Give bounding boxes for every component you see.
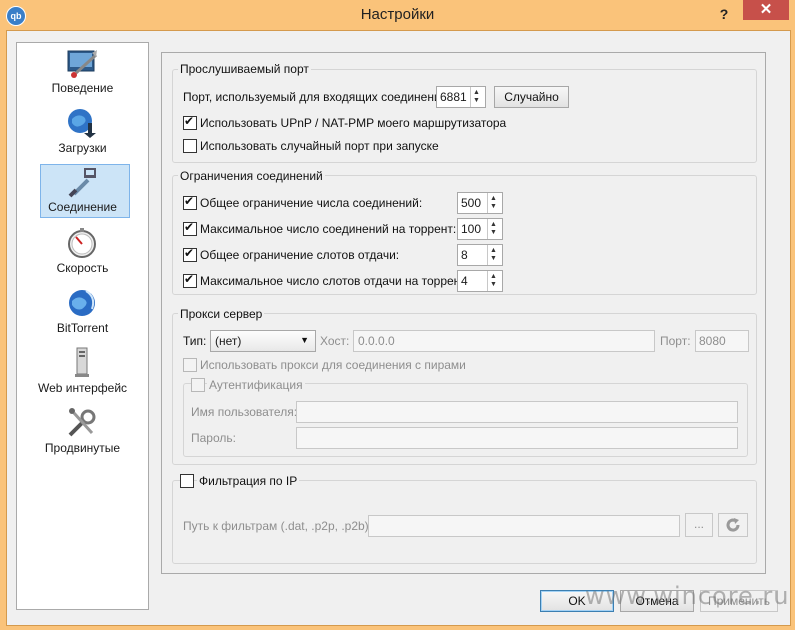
select-value: (нет) (215, 334, 242, 348)
sidebar-item-label: Соединение (48, 200, 117, 214)
per-torrent-connections-label: Максимальное число соединений на торрент… (200, 222, 457, 236)
proxy-host-label: Хост: (320, 334, 350, 348)
bittorrent-icon (69, 290, 95, 316)
per-torrent-connections-checkbox[interactable] (183, 220, 197, 236)
filter-path-label: Путь к фильтрам (.dat, .p2p, .p2b): (183, 519, 372, 533)
sidebar-item-speed[interactable]: Скорость (17, 225, 148, 283)
spin-arrows[interactable]: ▲ ▼ (487, 219, 502, 239)
category-list: Поведение Загрузки Соединение Скорость B… (16, 42, 149, 610)
sidebar-item-label: Web интерфейс (37, 381, 128, 395)
random-on-start-label: Использовать случайный порт при запуске (200, 139, 439, 153)
sidebar-item-web-interface[interactable]: Web интерфейс (17, 345, 148, 403)
random-port-button[interactable]: Случайно (494, 86, 569, 108)
sidebar-item-label: Поведение (51, 81, 114, 95)
proxy-type-select[interactable]: (нет) ▼ (210, 330, 316, 352)
close-button[interactable]: ✕ (743, 0, 789, 20)
sidebar-item-advanced[interactable]: Продвинутые (17, 405, 148, 463)
spin-arrows[interactable]: ▲ ▼ (487, 271, 502, 291)
random-on-start-checkbox[interactable] (183, 139, 197, 153)
per-torrent-connections-spinbox[interactable]: 100 ▲ ▼ (457, 218, 503, 240)
authentication-label: Аутентификация (207, 378, 305, 392)
proxy-type-label: Тип: (183, 334, 207, 348)
sidebar-item-label: Скорость (56, 261, 109, 275)
sidebar-item-label: Продвинутые (44, 441, 121, 455)
proxy-host-input[interactable]: 0.0.0.0 (353, 330, 655, 352)
watermark: www.wincore.ru (585, 582, 790, 610)
field-value: 0.0.0.0 (358, 334, 395, 348)
chevron-down-icon: ▼ (300, 335, 309, 345)
upnp-checkbox[interactable] (183, 114, 197, 130)
password-input[interactable] (296, 427, 738, 449)
global-connections-label: Общее ограничение числа соединений: (200, 196, 423, 210)
global-upload-slots-checkbox[interactable] (183, 246, 197, 262)
behavior-icon (67, 50, 98, 78)
per-torrent-upload-slots-spinbox[interactable]: 4 ▲ ▼ (457, 270, 503, 292)
per-torrent-upload-slots-label: Максимальное число слотов отдачи на торр… (200, 274, 470, 288)
group-title: Ограничения соединений (178, 169, 325, 183)
help-button[interactable]: ? (714, 4, 734, 24)
username-input[interactable] (296, 401, 738, 423)
port-label: Порт, используемый для входящих соединен… (183, 90, 451, 104)
spin-value: 6881 (440, 90, 467, 104)
settings-panel: Прослушиваемый порт Порт, используемый д… (161, 52, 766, 574)
spin-value: 4 (461, 274, 468, 288)
spin-arrows[interactable]: ▲ ▼ (487, 245, 502, 265)
group-title: Прокси сервер (178, 307, 265, 321)
speed-icon (68, 228, 96, 258)
spin-value: 100 (461, 222, 482, 236)
group-title: Прослушиваемый порт (178, 62, 311, 76)
proxy-peers-label: Использовать прокси для соединения с пир… (200, 358, 466, 372)
reload-icon (726, 518, 740, 532)
title-bar: qb Настройки ? ✕ (0, 0, 795, 30)
global-connections-spinbox[interactable]: 500 ▲ ▼ (457, 192, 503, 214)
ip-filter-title: Фильтрация по IP (197, 474, 300, 488)
per-torrent-upload-slots-checkbox[interactable] (183, 272, 197, 288)
proxy-port-label: Порт: (660, 334, 691, 348)
browse-button[interactable]: ... (685, 513, 713, 537)
global-upload-slots-label: Общее ограничение слотов отдачи: (200, 248, 400, 262)
authentication-checkbox[interactable] (191, 378, 205, 392)
password-label: Пароль: (191, 431, 236, 445)
spin-arrows[interactable]: ▲ ▼ (470, 87, 485, 107)
sidebar-item-label: BitTorrent (56, 321, 109, 335)
downloads-icon (68, 109, 96, 138)
sidebar-item-behavior[interactable]: Поведение (17, 45, 148, 103)
username-label: Имя пользователя: (191, 405, 298, 419)
spin-value: 500 (461, 196, 482, 210)
window-title: Настройки (360, 6, 435, 23)
spin-value: 8 (461, 248, 468, 262)
global-connections-checkbox[interactable] (183, 194, 197, 210)
sidebar-item-connection[interactable]: Соединение (17, 164, 148, 222)
sidebar-item-label: Загрузки (58, 141, 107, 155)
web-interface-icon (75, 347, 89, 377)
spin-arrows[interactable]: ▲ ▼ (487, 193, 502, 213)
connection-icon (68, 168, 96, 198)
sidebar-item-bittorrent[interactable]: BitTorrent (17, 285, 148, 343)
sidebar-item-downloads[interactable]: Загрузки (17, 105, 148, 163)
global-upload-slots-spinbox[interactable]: 8 ▲ ▼ (457, 244, 503, 266)
upnp-label: Использовать UPnP / NAT-PMP моего маршру… (200, 116, 507, 130)
proxy-port-spinbox[interactable]: 8080 (695, 330, 749, 352)
spin-value: 8080 (699, 334, 726, 348)
reload-filter-button[interactable] (718, 513, 748, 537)
port-spinbox[interactable]: 6881 ▲ ▼ (436, 86, 486, 108)
proxy-peers-checkbox[interactable] (183, 358, 197, 372)
ip-filter-checkbox[interactable] (180, 474, 194, 488)
advanced-icon (68, 408, 96, 437)
filter-path-input[interactable] (368, 515, 680, 537)
